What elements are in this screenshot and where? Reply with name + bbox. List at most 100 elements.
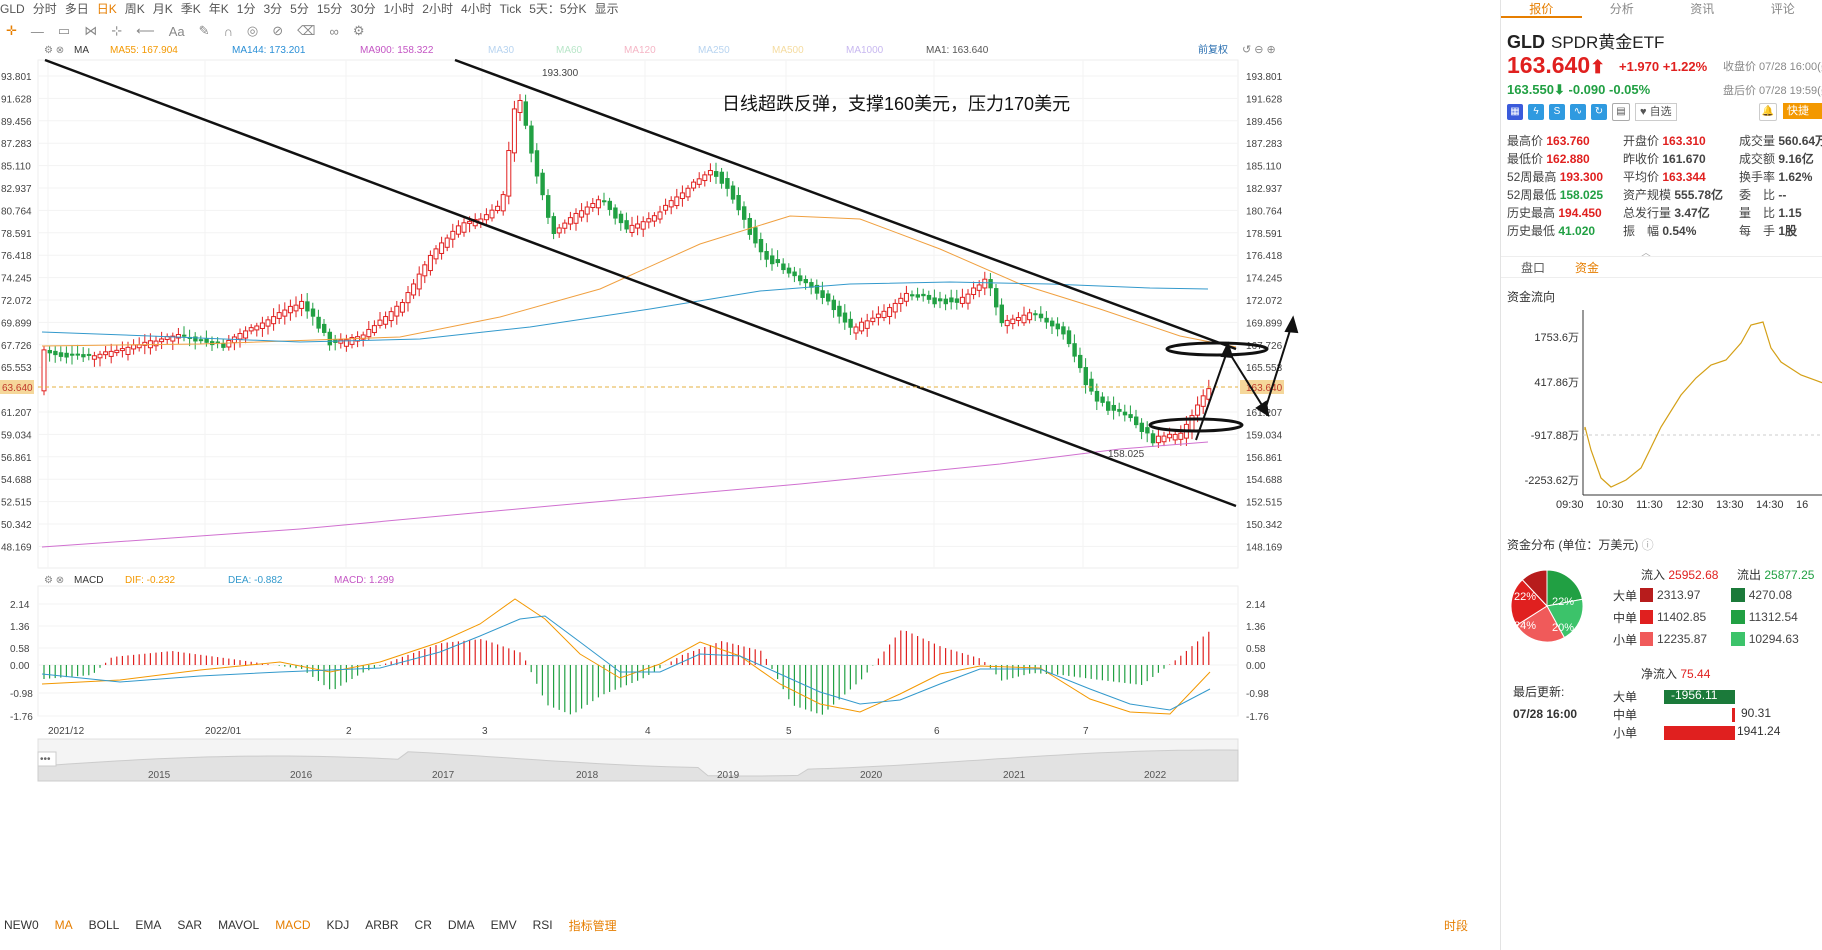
overview-year: 2018: [576, 770, 599, 781]
indicator-tab[interactable]: EMA: [135, 918, 161, 932]
measure-tool-icon[interactable]: ⊹: [111, 23, 122, 39]
candle-body: [371, 325, 377, 334]
ma-legend-item[interactable]: MA250: [698, 45, 730, 56]
period-tab[interactable]: 1小时: [384, 2, 415, 14]
indicator-tab[interactable]: ARBR: [365, 918, 398, 932]
indicator-tab[interactable]: MACD: [275, 918, 310, 932]
y-tick-label: 67.726: [1, 341, 32, 352]
candle-body: [959, 296, 965, 304]
indicator-tab[interactable]: RSI: [533, 918, 553, 932]
y-tick-label-right: 156.861: [1246, 453, 1283, 464]
candle-body: [707, 170, 713, 176]
indicator-tab[interactable]: DMA: [448, 918, 475, 932]
note-icon[interactable]: ▤: [1612, 103, 1630, 121]
period-tab[interactable]: 3分: [263, 2, 282, 14]
settings-icon[interactable]: ⚙ ⊗: [44, 45, 64, 56]
fork-tool-icon[interactable]: ⋈: [84, 23, 97, 39]
quote-tab[interactable]: 报价: [1501, 0, 1582, 18]
quote-tab[interactable]: 分析: [1582, 0, 1663, 18]
ma-legend-item[interactable]: MA144: 173.201: [232, 45, 306, 56]
s-icon[interactable]: S: [1549, 104, 1565, 120]
link-icon[interactable]: ∞: [330, 24, 339, 39]
indicator-tab[interactable]: EMV: [491, 918, 517, 932]
rect-tool-icon[interactable]: ▭: [58, 23, 70, 39]
quote-tab[interactable]: 评论: [1743, 0, 1822, 18]
ma-legend-item[interactable]: MA55: 167.904: [110, 45, 178, 56]
period-tab[interactable]: 5天：5分K: [529, 2, 586, 14]
refresh-icon[interactable]: ↻: [1591, 104, 1607, 120]
line-tool-icon[interactable]: —: [31, 24, 44, 39]
indicator-tab[interactable]: BOLL: [89, 918, 120, 932]
ma-legend-item[interactable]: MA900: 158.322: [360, 45, 434, 56]
analysis-annotation[interactable]: 日线超跌反弹，支撑160美元，压力170美元: [722, 94, 1070, 114]
tab-capital[interactable]: 资金: [1575, 259, 1599, 276]
lock-icon[interactable]: ⊘: [272, 23, 283, 39]
delete-icon[interactable]: ⌫: [297, 23, 315, 39]
kline-chart[interactable]: ⚙ ⊗ MA MA55: 167.904 MA144: 173.201 MA900: 1…: [0, 43, 1500, 924]
crosshair-icon[interactable]: ✛: [6, 23, 17, 39]
y-tick-label-right: 169.899: [1246, 318, 1283, 329]
candle-body: [1161, 435, 1167, 443]
indicator-tab[interactable]: KDJ: [327, 918, 350, 932]
candle-body: [41, 349, 47, 392]
zoom-icons[interactable]: ↺ ⊖ ⊕: [1242, 44, 1276, 56]
ma-legend-item[interactable]: MA1: 163.640: [926, 45, 989, 56]
ma-legend-item[interactable]: MA120: [624, 45, 656, 56]
ma-legend-item[interactable]: MA1000: [846, 45, 884, 56]
indicator-tab[interactable]: NEW0: [4, 918, 39, 932]
period-tab[interactable]: 日K: [97, 2, 117, 14]
period-tab[interactable]: 30分: [350, 2, 375, 14]
chart-icon[interactable]: ∿: [1570, 104, 1586, 120]
flow-x-label: 12:30: [1676, 499, 1704, 511]
candle-body: [988, 279, 993, 289]
quote-tab[interactable]: 资讯: [1662, 0, 1743, 18]
settings-icon[interactable]: ⚙: [353, 23, 365, 39]
tab-orderbook[interactable]: 盘口: [1521, 259, 1545, 276]
eye-icon[interactable]: ◎: [247, 23, 258, 39]
candle-body: [439, 242, 445, 254]
ma-legend-item[interactable]: MA30: [488, 45, 515, 56]
projection-arrows[interactable]: [1195, 315, 1299, 441]
indicator-tab[interactable]: CR: [415, 918, 432, 932]
period-tab[interactable]: 季K: [181, 2, 201, 14]
time-period-button[interactable]: 时段: [1444, 917, 1468, 934]
period-tab[interactable]: 月K: [153, 2, 173, 14]
candle-body: [853, 326, 859, 334]
flag-icon[interactable]: ▦: [1507, 104, 1523, 120]
adjust-mode[interactable]: 前复权: [1198, 43, 1228, 56]
text-tool-icon[interactable]: Aa: [169, 24, 185, 39]
stat-key: 资产规模: [1623, 188, 1675, 202]
candle-body: [758, 238, 764, 253]
ma-legend-item[interactable]: MA500: [772, 45, 804, 56]
help-icon[interactable]: ⓘ: [1642, 538, 1654, 552]
period-tab[interactable]: 4小时: [461, 2, 492, 14]
indicator-manage-button[interactable]: 指标管理: [569, 917, 617, 934]
indicator-tab[interactable]: MAVOL: [218, 918, 259, 932]
macd-y-label: -1.76: [10, 712, 33, 723]
pencil-icon[interactable]: ✎: [199, 23, 210, 39]
indicator-tab[interactable]: MA: [55, 918, 73, 932]
period-tab[interactable]: 年K: [209, 2, 229, 14]
period-tab[interactable]: 5分: [290, 2, 309, 14]
period-tab[interactable]: Tick: [500, 2, 522, 14]
lightning-icon[interactable]: ϟ: [1528, 104, 1544, 120]
bell-icon[interactable]: 🔔: [1759, 103, 1777, 121]
indicator-tab[interactable]: SAR: [177, 918, 202, 932]
period-tab[interactable]: 显示: [595, 2, 619, 14]
magnet-icon[interactable]: ∩: [224, 24, 233, 39]
ma-legend-item[interactable]: MA60: [556, 45, 583, 56]
arrow-tool-icon[interactable]: ⟵: [136, 23, 155, 39]
candle-body: [859, 321, 865, 332]
main-grid: [38, 60, 1238, 568]
period-tab[interactable]: 1分: [237, 2, 256, 14]
period-tab[interactable]: 2小时: [422, 2, 453, 14]
support-ellipse[interactable]: [1148, 417, 1244, 433]
period-tab[interactable]: 分时: [33, 2, 57, 14]
period-tab[interactable]: 周K: [125, 2, 145, 14]
quick-trade-button[interactable]: 快捷交: [1783, 103, 1822, 133]
period-tab[interactable]: GLD: [0, 2, 25, 14]
period-tab[interactable]: 多日: [65, 2, 89, 14]
period-tab[interactable]: 15分: [317, 2, 342, 14]
watchlist-button[interactable]: ♥ 自选: [1635, 103, 1677, 121]
macd-settings-icon[interactable]: ⚙ ⊗: [44, 575, 64, 586]
